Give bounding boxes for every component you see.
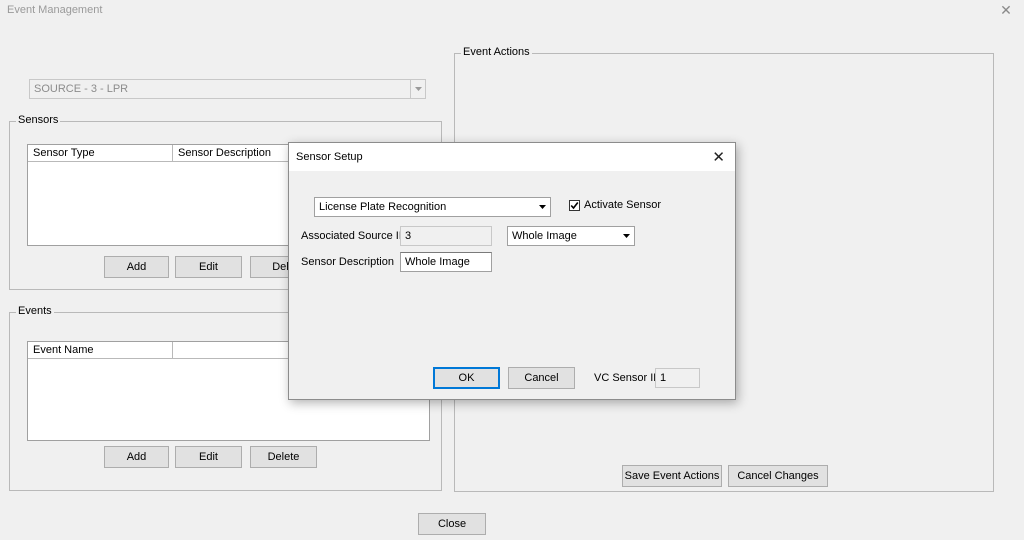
window-close-icon[interactable]: ✕ bbox=[998, 2, 1014, 18]
dialog-title: Sensor Setup bbox=[296, 151, 363, 163]
source-select-value: SOURCE - 3 - LPR bbox=[34, 83, 129, 95]
sensor-type-select-value: License Plate Recognition bbox=[319, 201, 447, 213]
event-add-button[interactable]: Add bbox=[104, 446, 169, 468]
sensor-setup-dialog: Sensor Setup ✕ License Plate Recognition… bbox=[288, 142, 736, 400]
events-group-label: Events bbox=[16, 305, 54, 317]
activate-sensor-checkbox[interactable] bbox=[569, 200, 580, 211]
close-icon[interactable]: ✕ bbox=[712, 148, 725, 166]
vc-sensor-id-field[interactable]: 1 bbox=[655, 368, 700, 388]
sensor-type-select[interactable]: License Plate Recognition bbox=[314, 197, 551, 217]
region-select[interactable]: Whole Image bbox=[507, 226, 635, 246]
sensor-add-button[interactable]: Add bbox=[104, 256, 169, 278]
event-edit-button[interactable]: Edit bbox=[175, 446, 242, 468]
event-actions-group-label: Event Actions bbox=[461, 46, 532, 58]
associated-source-id-label: Associated Source ID bbox=[301, 230, 407, 242]
close-button[interactable]: Close bbox=[418, 513, 486, 535]
dialog-titlebar: Sensor Setup ✕ bbox=[289, 143, 735, 171]
dialog-cancel-button[interactable]: Cancel bbox=[508, 367, 575, 389]
activate-sensor-label: Activate Sensor bbox=[584, 199, 662, 211]
chevron-down-icon[interactable] bbox=[619, 227, 634, 245]
column-event-name[interactable]: Event Name bbox=[28, 342, 173, 358]
column-sensor-type[interactable]: Sensor Type bbox=[28, 145, 173, 161]
checkmark-icon bbox=[570, 202, 579, 210]
chevron-down-icon[interactable] bbox=[535, 198, 550, 216]
save-event-actions-button[interactable]: Save Event Actions bbox=[622, 465, 722, 487]
sensor-description-label: Sensor Description bbox=[301, 256, 394, 268]
sensors-group-label: Sensors bbox=[16, 114, 61, 126]
cancel-changes-button[interactable]: Cancel Changes bbox=[728, 465, 828, 487]
chevron-down-icon[interactable] bbox=[410, 80, 425, 98]
event-delete-button[interactable]: Delete bbox=[250, 446, 317, 468]
source-select[interactable]: SOURCE - 3 - LPR bbox=[29, 79, 426, 99]
region-select-value: Whole Image bbox=[512, 230, 577, 242]
vc-sensor-id-label: VC Sensor ID bbox=[594, 372, 662, 384]
associated-source-id-field[interactable]: 3 bbox=[400, 226, 492, 246]
sensor-edit-button[interactable]: Edit bbox=[175, 256, 242, 278]
window-title: Event Management bbox=[7, 4, 103, 16]
ok-button[interactable]: OK bbox=[433, 367, 500, 389]
sensor-description-field[interactable]: Whole Image bbox=[400, 252, 492, 272]
